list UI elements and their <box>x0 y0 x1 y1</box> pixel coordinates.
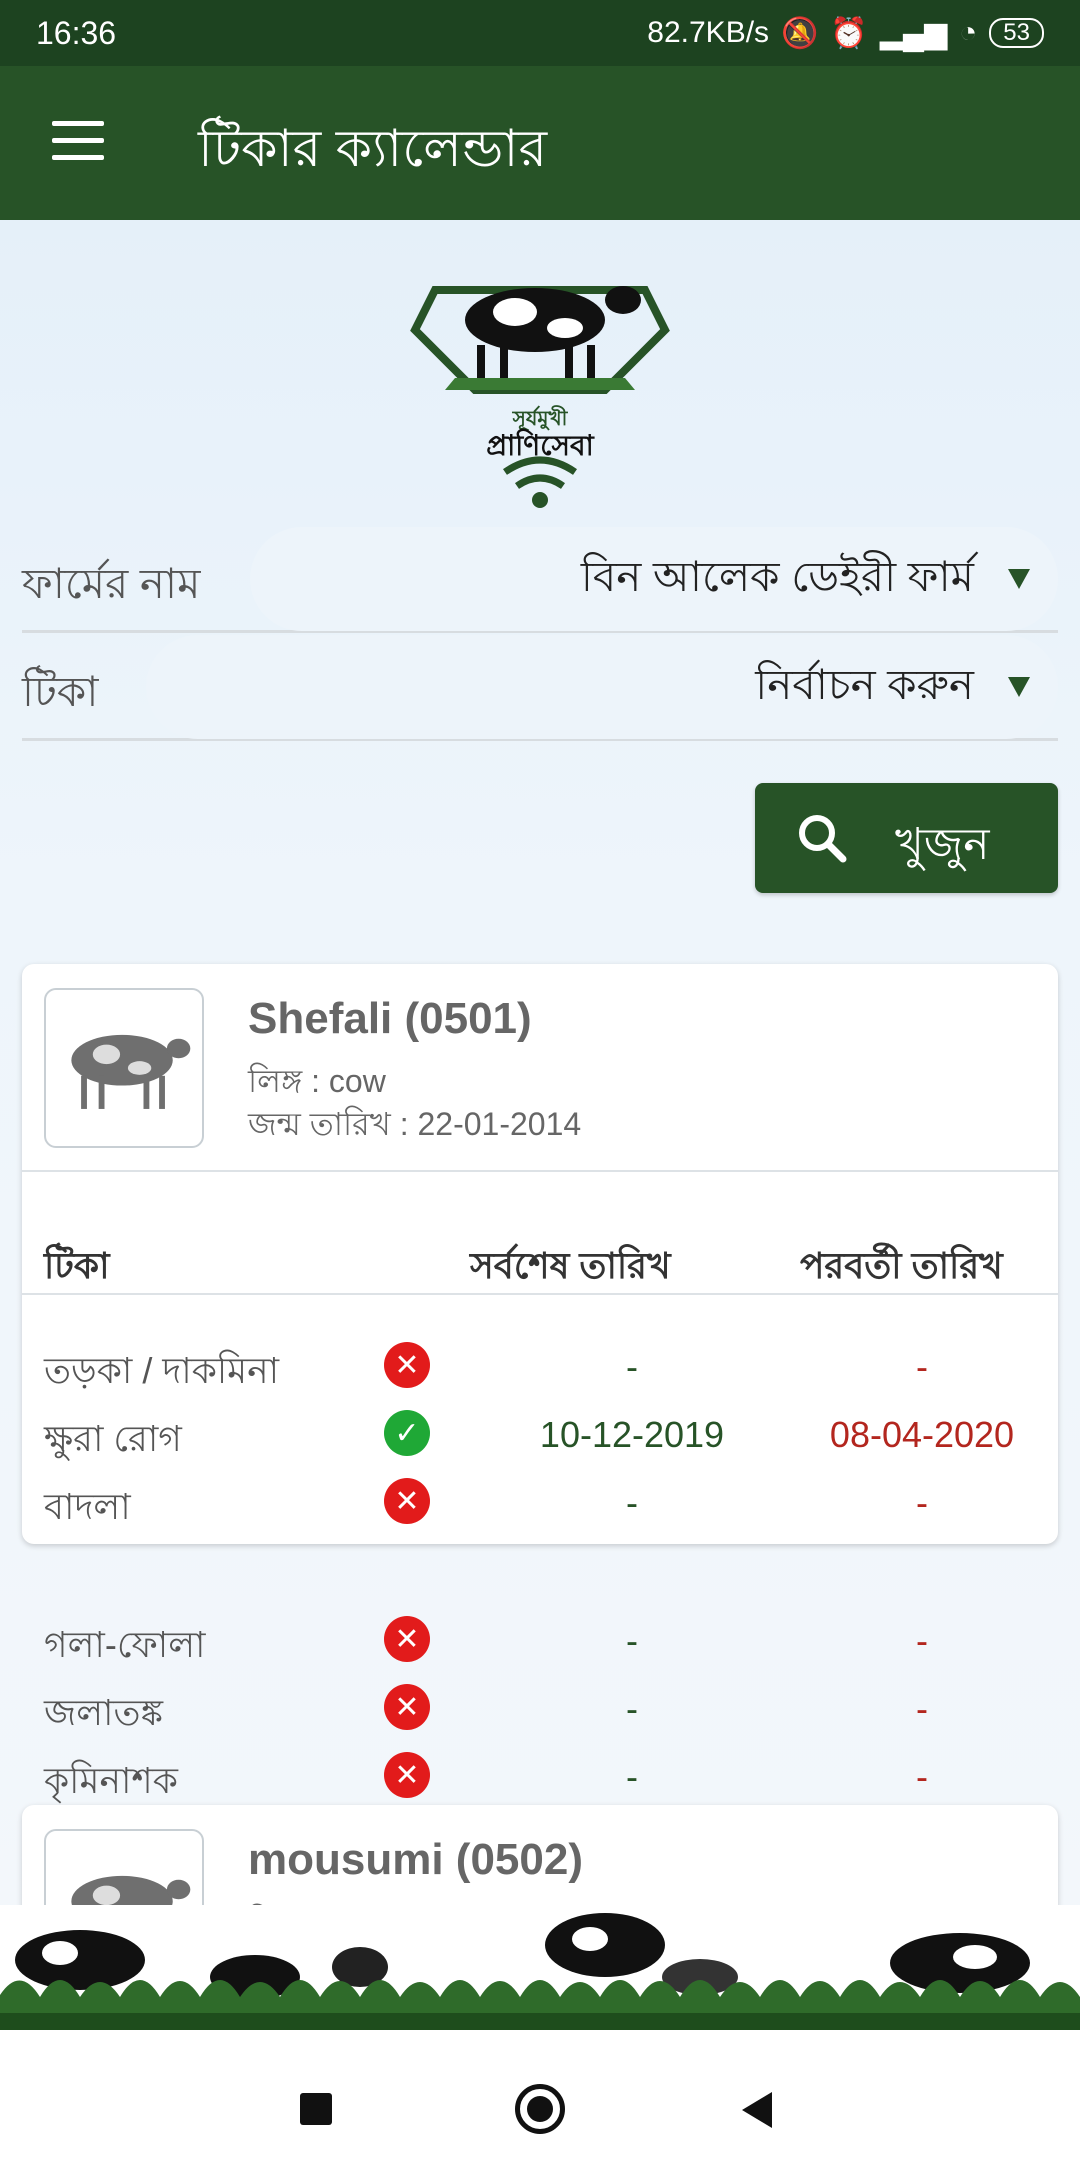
animal-name: Shefali (0501) <box>248 994 532 1043</box>
search-icon <box>799 815 847 863</box>
app-logo: সূর্যমুখী প্রাণিসেবা <box>410 286 670 508</box>
status-time: 16:36 <box>36 14 117 51</box>
search-button[interactable]: খুজুন <box>755 783 1058 893</box>
system-nav-bar <box>0 2030 1080 2160</box>
dropdown-arrow-icon <box>1008 569 1030 589</box>
home-button[interactable] <box>515 2084 565 2134</box>
page-title: টিকার ক্যালেন্ডার <box>198 120 548 178</box>
main-content: সূর্যমুখী প্রাণিসেবা ফার্মের নাম বিন আলে… <box>0 220 1080 1905</box>
last-date: - <box>626 1346 638 1387</box>
vaccine-name: তড়কা / দাকমিনা <box>44 1350 280 1391</box>
vaccine-row: বাদলা ✕ - - <box>22 1470 1058 1538</box>
dropdown-arrow-icon <box>1008 677 1030 697</box>
signal-icon: ▂▄▆ <box>879 16 948 50</box>
recents-button[interactable] <box>300 2093 332 2125</box>
animal-sex: লিঙ্গ : cow <box>248 1897 386 1905</box>
animal-name: mousumi (0502) <box>248 1835 583 1884</box>
header-vaccine: টিকা <box>44 1245 110 1286</box>
next-date: 08-04-2020 <box>829 1414 1015 1455</box>
vaccine-row: তড়কা / দাকমিনা ✕ - - <box>22 1334 1058 1402</box>
back-button[interactable] <box>742 2092 772 2128</box>
not-given-icon: ✕ <box>384 1342 430 1388</box>
wifi-icon: ◔ <box>959 16 978 49</box>
farm-name-dropdown[interactable]: বিন আলেক ডেইরী ফার্ম <box>250 527 1058 631</box>
vaccine-name: বাদলা <box>44 1486 131 1527</box>
farm-name-value: বিন আলেক ডেইরী ফার্ম <box>580 552 974 600</box>
vaccine-label: টিকা <box>22 668 99 715</box>
vaccine-field: টিকা নির্বাচন করুন <box>22 635 1058 741</box>
logo-line1: সূর্যমুখী <box>512 405 569 431</box>
divider <box>22 1170 1058 1172</box>
status-icons: 82.7KB/s 🔕 ⏰ ▂▄▆ ◔ 53 <box>647 16 1044 51</box>
alarm-icon: ⏰ <box>830 16 868 50</box>
app-bar: টিকার ক্যালেন্ডার <box>0 66 1080 220</box>
last-date: 10-12-2019 <box>539 1414 725 1455</box>
animal-card[interactable]: Shefali (0501) লিঙ্গ : cow জন্ম তারিখ : … <box>22 964 1058 1544</box>
vaccine-dropdown[interactable]: নির্বাচন করুন <box>146 635 1058 739</box>
animal-card[interactable]: mousumi (0502) লিঙ্গ : cow <box>22 1805 1058 1905</box>
header-last-date: সর্বশেষ তারিখ <box>470 1245 671 1286</box>
not-given-icon: ✕ <box>384 1478 430 1524</box>
last-date: - <box>626 1482 638 1523</box>
mute-icon: 🔕 <box>781 16 819 50</box>
divider <box>22 1293 1058 1295</box>
farm-name-label: ফার্মের নাম <box>22 560 201 607</box>
status-bar: 16:36 82.7KB/s 🔕 ⏰ ▂▄▆ ◔ 53 <box>0 0 1080 66</box>
search-label: খুজুন <box>895 820 990 869</box>
menu-icon[interactable] <box>52 121 104 161</box>
animal-dob: জন্ম তারিখ : 22-01-2014 <box>248 1106 582 1142</box>
battery-icon: 53 <box>989 18 1044 48</box>
given-check-icon: ✓ <box>384 1410 430 1456</box>
vaccine-value: নির্বাচন করুন <box>755 660 974 708</box>
vaccine-name: ক্ষুরা রোগ <box>44 1418 182 1459</box>
next-date: - <box>916 1482 928 1523</box>
next-date: - <box>916 1346 928 1387</box>
animal-photo <box>44 1829 204 1905</box>
animal-photo <box>44 988 204 1148</box>
vaccine-row: ক্ষুরা রোগ ✓ 10-12-2019 08-04-2020 <box>22 1402 1058 1470</box>
footer-illustration <box>0 1905 1080 2030</box>
farm-name-field: ফার্মের নাম বিন আলেক ডেইরী ফার্ম <box>22 527 1058 633</box>
header-next-date: পরবর্তী তারিখ <box>800 1245 1003 1286</box>
network-speed: 82.7KB/s <box>647 16 770 49</box>
